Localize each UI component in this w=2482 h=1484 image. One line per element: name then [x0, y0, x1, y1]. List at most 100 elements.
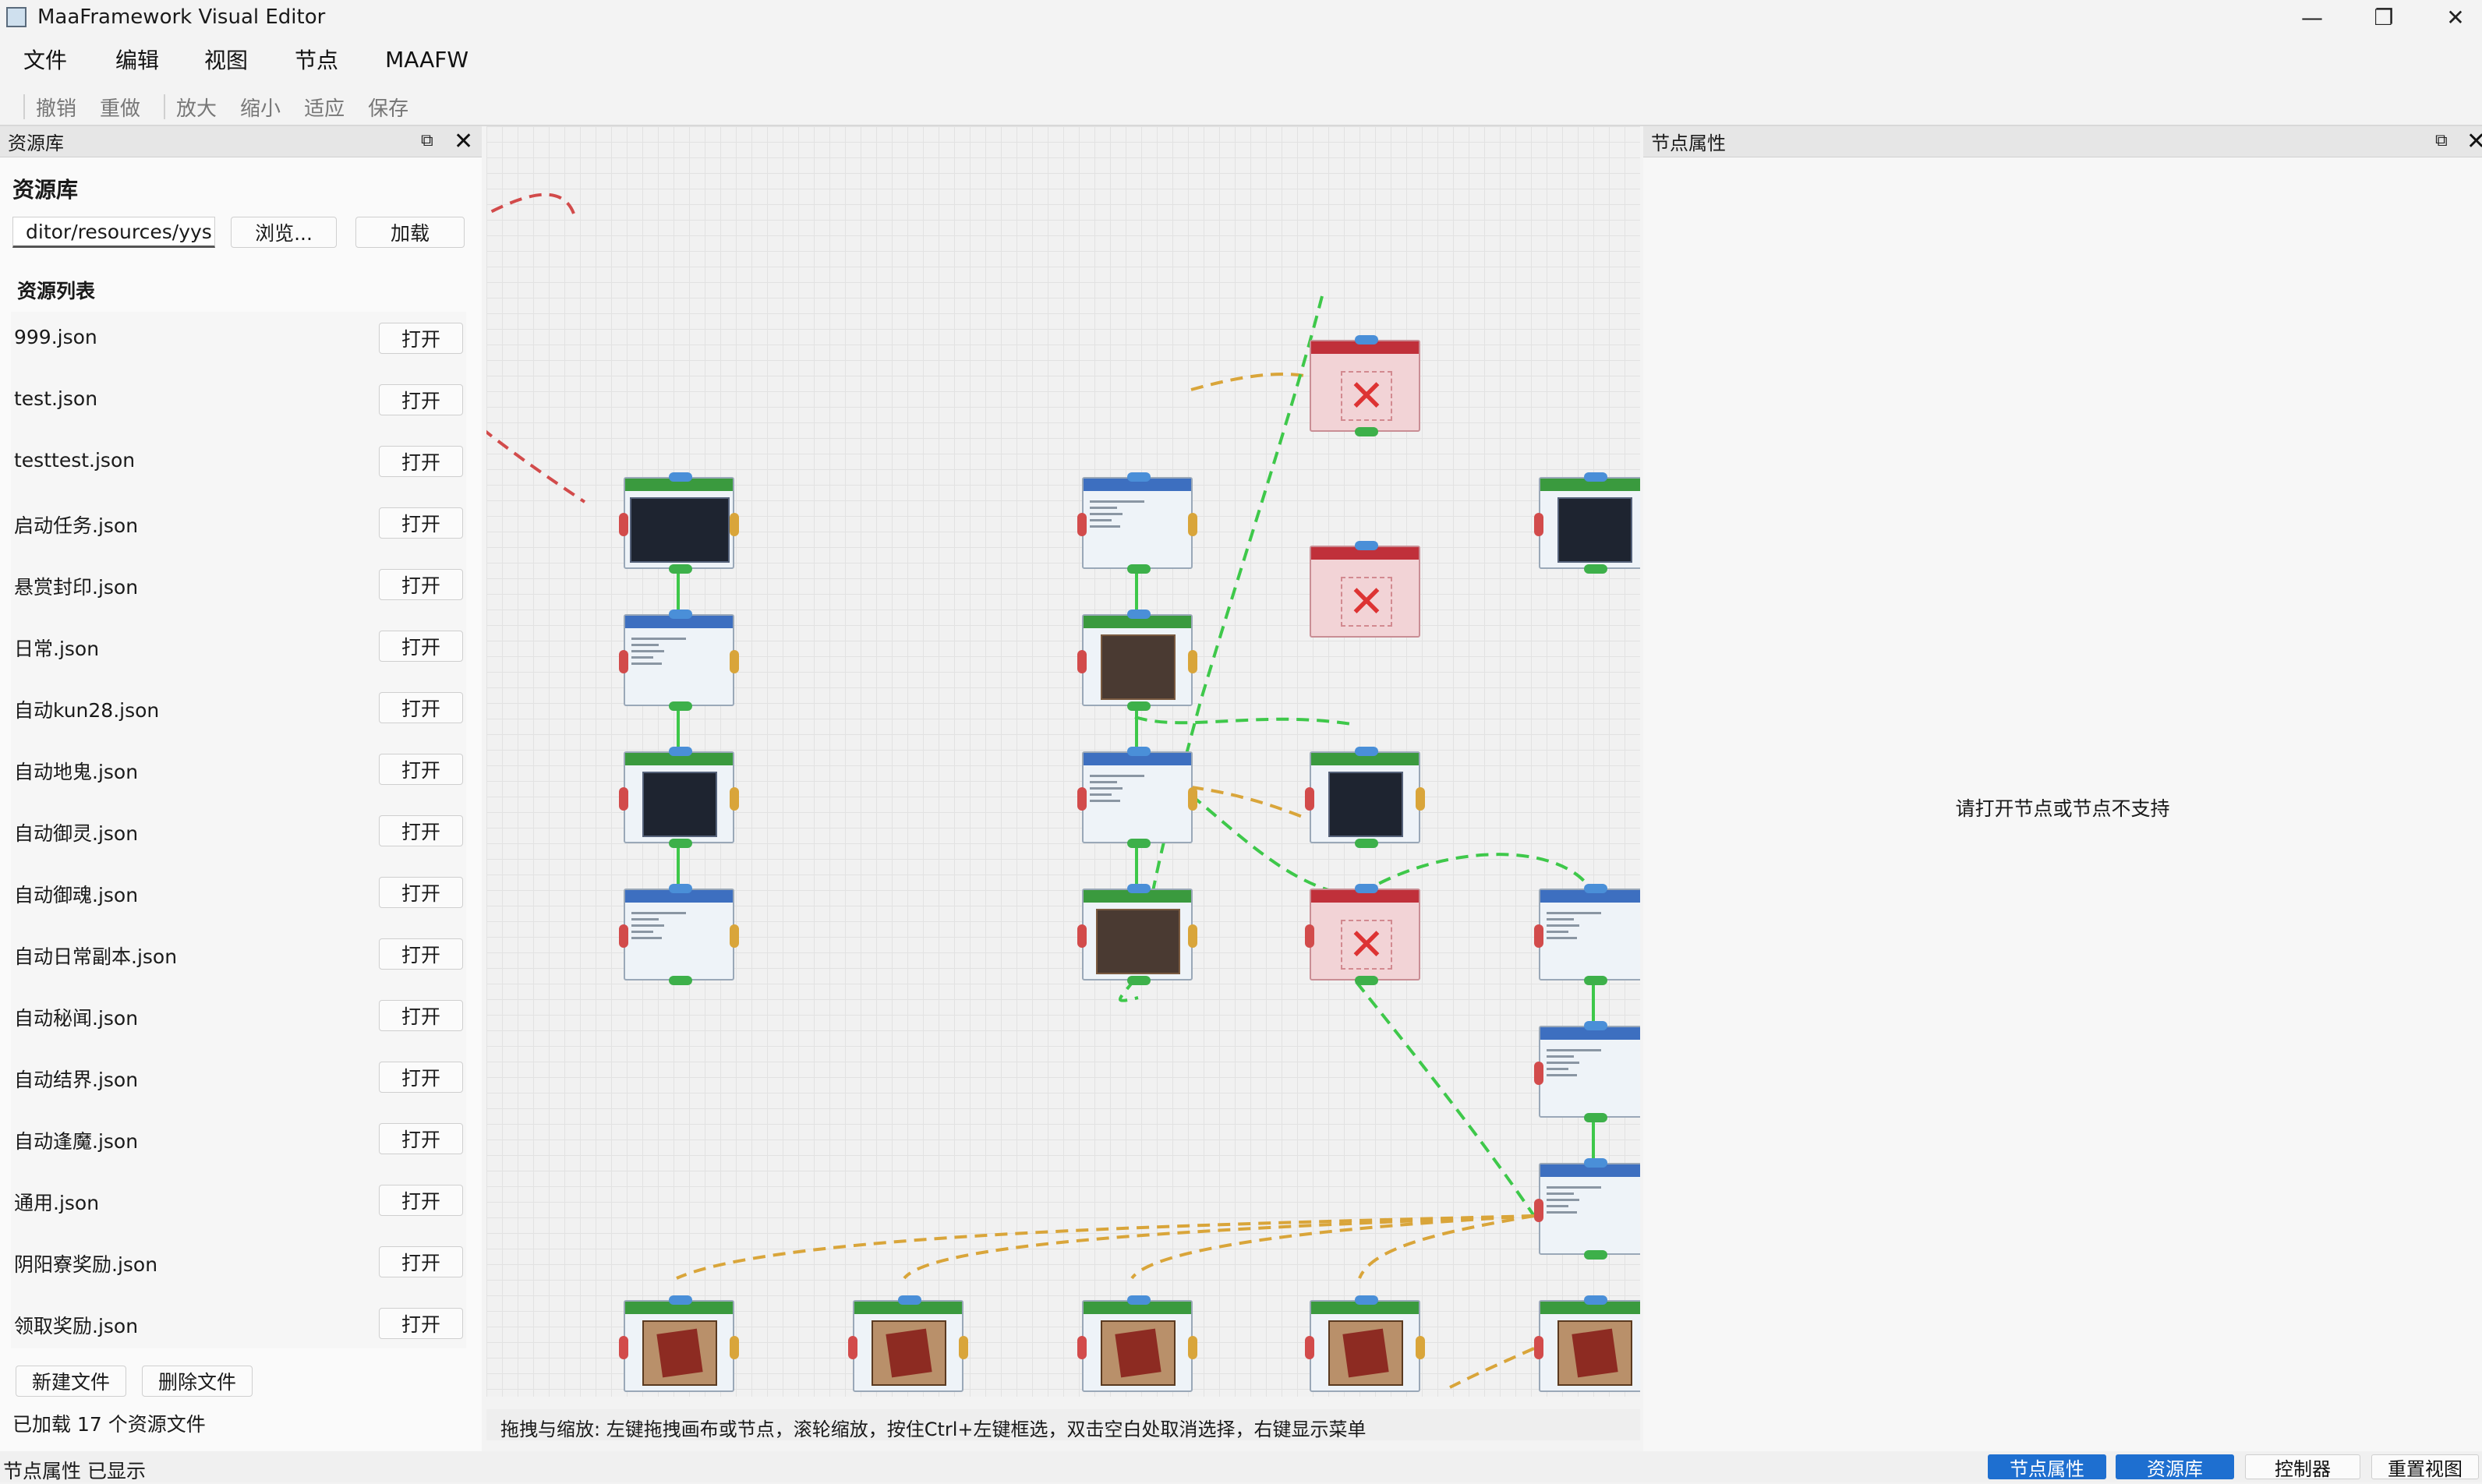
title-bar: MaaFramework Visual Editor — ❐ ✕ [0, 0, 2482, 34]
graph-node[interactable] [619, 747, 739, 848]
status-bar: 节点属性 已显示 节点属性 资源库 控制器 重置视图 [0, 1451, 2482, 1482]
graph-node[interactable] [619, 610, 739, 711]
redo-button[interactable]: 重做 [100, 93, 140, 122]
graph-node[interactable] [619, 884, 739, 985]
graph-node-unknown[interactable]: ✕ [1305, 884, 1420, 985]
open-file-button[interactable]: 打开 [379, 1246, 463, 1277]
open-file-button[interactable]: 打开 [379, 507, 463, 539]
graph-node[interactable] [1534, 1021, 1640, 1122]
file-name: 自动秘闻.json [14, 1007, 139, 1030]
graph-node[interactable] [848, 1295, 968, 1392]
open-file-button[interactable]: 打开 [379, 692, 463, 723]
graph-node[interactable] [1534, 472, 1640, 574]
menu-maafw[interactable]: MAAFW [385, 47, 468, 72]
toggle-library-button[interactable]: 资源库 [2116, 1454, 2234, 1480]
edge-red [486, 193, 586, 504]
graph-node[interactable] [619, 472, 739, 574]
delete-file-button[interactable]: 删除文件 [142, 1366, 253, 1397]
open-file-button[interactable]: 打开 [379, 1185, 463, 1216]
minimize-button[interactable]: — [2276, 0, 2348, 34]
resource-path-input[interactable]: ditor/resources/yys [12, 217, 215, 248]
browse-button[interactable]: 浏览... [231, 217, 337, 248]
open-file-button[interactable]: 打开 [379, 877, 463, 908]
toolbar-separator [164, 94, 166, 119]
toggle-properties-button[interactable]: 节点属性 [1988, 1454, 2106, 1480]
list-item: 自动御灵.json 打开 [11, 804, 466, 866]
open-file-button[interactable]: 打开 [379, 446, 463, 477]
open-file-button[interactable]: 打开 [379, 754, 463, 785]
undo-button[interactable]: 撤销 [36, 93, 76, 122]
list-item: 自动结界.json 打开 [11, 1051, 466, 1112]
canvas-hint-text: 拖拽与缩放: 左键拖拽画布或节点，滚轮缩放，按住Ctrl+左键框选，双击空白处取… [486, 1409, 1640, 1440]
menu-node[interactable]: 节点 [295, 44, 338, 75]
error-icon: ✕ [1341, 371, 1392, 422]
error-icon: ✕ [1341, 920, 1392, 970]
new-file-button[interactable]: 新建文件 [16, 1366, 126, 1397]
load-button[interactable]: 加载 [355, 217, 465, 248]
graph-node-unknown[interactable]: ✕ [1310, 335, 1420, 436]
float-icon[interactable]: ⧉ [421, 131, 433, 150]
open-file-button[interactable]: 打开 [379, 384, 463, 415]
properties-dock-title: 节点属性 [1651, 132, 1726, 154]
menu-view[interactable]: 视图 [204, 44, 248, 75]
resource-list-title: 资源列表 [17, 280, 96, 302]
open-file-button[interactable]: 打开 [379, 569, 463, 600]
reset-view-button[interactable]: 重置视图 [2371, 1454, 2479, 1480]
open-file-button[interactable]: 打开 [379, 1000, 463, 1031]
open-file-button[interactable]: 打开 [379, 938, 463, 970]
resource-dock-header: 资源库 ⧉ ✕ [0, 126, 482, 157]
open-file-button[interactable]: 打开 [379, 323, 463, 354]
file-name: test.json [14, 387, 98, 410]
graph-node[interactable] [1077, 610, 1197, 711]
fit-view-button[interactable]: 适应 [304, 93, 345, 122]
toolbar-separator [23, 94, 25, 119]
file-name: 通用.json [14, 1192, 100, 1214]
zoom-out-button[interactable]: 缩小 [240, 93, 281, 122]
file-name: 日常.json [14, 638, 100, 660]
zoom-in-button[interactable]: 放大 [176, 93, 217, 122]
graph-node[interactable] [1305, 1295, 1425, 1392]
graph-node-unknown[interactable]: ✕ [1310, 541, 1420, 638]
open-file-button[interactable]: 打开 [379, 1123, 463, 1154]
graph-node[interactable] [1534, 1158, 1640, 1260]
save-button[interactable]: 保存 [368, 93, 408, 122]
maximize-button[interactable]: ❐ [2348, 0, 2420, 34]
float-icon[interactable]: ⧉ [2435, 131, 2448, 150]
close-icon[interactable]: ✕ [2466, 128, 2482, 155]
edge-green [1355, 980, 1536, 1217]
close-icon[interactable]: ✕ [454, 128, 473, 155]
toggle-controller-button[interactable]: 控制器 [2245, 1454, 2360, 1480]
file-name: 领取奖励.json [14, 1315, 139, 1337]
list-item: 自动日常副本.json 打开 [11, 928, 466, 989]
file-name: 自动御魂.json [14, 884, 139, 906]
graph-node[interactable] [1534, 1295, 1640, 1392]
list-item: testtest.json 打开 [11, 435, 466, 496]
graph-node[interactable] [1077, 884, 1197, 985]
list-item: 领取奖励.json 打开 [11, 1297, 466, 1359]
graph-node[interactable] [619, 1295, 739, 1392]
graph-node[interactable] [1534, 884, 1640, 985]
open-file-button[interactable]: 打开 [379, 1062, 463, 1093]
open-file-button[interactable]: 打开 [379, 631, 463, 662]
open-file-button[interactable]: 打开 [379, 815, 463, 846]
file-name: 阴阳寮奖励.json [14, 1253, 158, 1276]
graph-node[interactable] [1305, 747, 1425, 848]
file-name: 自动逢魔.json [14, 1130, 139, 1153]
list-item: 自动地鬼.json 打开 [11, 743, 466, 804]
node-graph-canvas[interactable]: ✕ ✕ ✕ [486, 126, 1640, 1397]
edge-green [1134, 716, 1357, 726]
graph-node[interactable] [1077, 747, 1197, 848]
list-item: 悬赏封印.json 打开 [11, 558, 466, 620]
file-name: 自动御灵.json [14, 822, 139, 845]
menu-edit[interactable]: 编辑 [115, 44, 159, 75]
close-window-button[interactable]: ✕ [2420, 0, 2482, 34]
file-name: 自动日常副本.json [14, 945, 178, 968]
menu-file[interactable]: 文件 [23, 44, 67, 75]
loaded-count-text: 已加载 17 个资源文件 [12, 1413, 206, 1436]
list-item: 自动kun28.json 打开 [11, 681, 466, 743]
graph-node[interactable] [1077, 472, 1197, 574]
graph-node[interactable] [1077, 1295, 1197, 1392]
open-file-button[interactable]: 打开 [379, 1308, 463, 1339]
toolbar: 撤销 重做 放大 缩小 适应 保存 [0, 87, 2482, 126]
app-icon [6, 7, 27, 27]
